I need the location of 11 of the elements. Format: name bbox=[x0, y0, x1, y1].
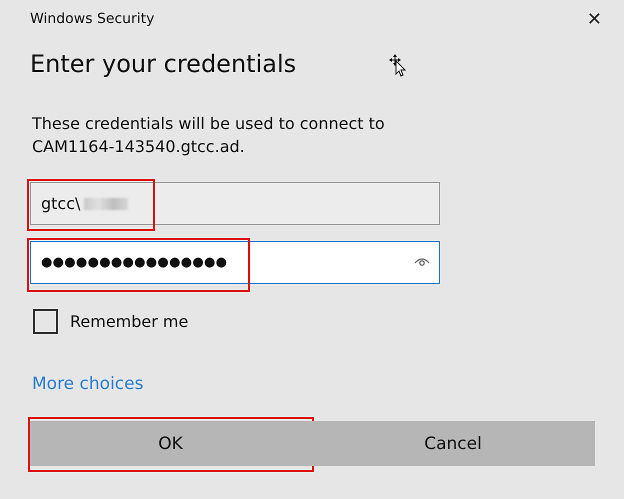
cancel-button[interactable]: Cancel bbox=[311, 421, 595, 466]
password-field[interactable]: ●●●●●●●●●●●●●●●● bbox=[30, 241, 440, 284]
move-cursor-icon bbox=[388, 53, 408, 77]
remember-checkbox[interactable] bbox=[33, 309, 58, 334]
window-title: Windows Security bbox=[30, 11, 154, 27]
info-message: These credentials will be used to connect to CAM1164-143540.gtcc.ad. bbox=[31, 113, 386, 158]
remember-label: Remember me bbox=[70, 312, 188, 331]
username-field[interactable]: gtcc\ bbox=[30, 182, 440, 225]
dialog-heading: Enter your credentials bbox=[30, 50, 298, 78]
ok-button[interactable]: OK bbox=[30, 421, 311, 466]
close-button[interactable]: ✕ bbox=[582, 8, 606, 30]
